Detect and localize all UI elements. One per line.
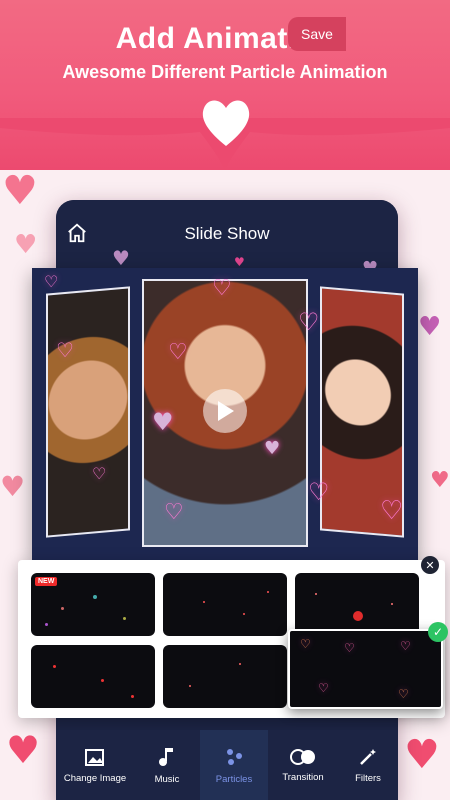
particle-thumb[interactable] <box>163 645 287 708</box>
screen-title: Slide Show <box>184 224 270 243</box>
particle-thumb[interactable] <box>163 573 287 636</box>
play-icon <box>218 401 234 421</box>
save-button[interactable]: Save <box>288 17 346 51</box>
particle-dot <box>391 603 393 605</box>
heart-icon: ♥ <box>152 408 174 436</box>
heart-icon: ♡ <box>92 464 107 483</box>
tool-label: Particles <box>215 773 253 785</box>
heart-icon: ♡ <box>168 340 188 365</box>
heart-icon: ♥ <box>404 732 440 778</box>
particle-thumb[interactable]: NEW <box>31 573 155 636</box>
image-icon <box>85 748 104 766</box>
heart-icon: ♡ <box>308 478 330 506</box>
heart-icon: ♥ <box>234 255 245 269</box>
photo-left <box>46 286 130 538</box>
heart-icon: ♡ <box>380 496 404 526</box>
heart-icon: ♥ <box>112 246 130 270</box>
magic-wand-icon <box>360 748 376 765</box>
heart-icon: ♥ <box>2 168 38 214</box>
heart-icon: ♡ <box>398 687 409 701</box>
particle-dot <box>131 695 134 698</box>
particle-dot <box>243 613 245 615</box>
tool-transition[interactable]: Transition <box>268 730 338 800</box>
tool-music[interactable]: Music <box>134 730 200 800</box>
play-button[interactable] <box>203 389 247 433</box>
heart-icon: ♥ <box>418 312 442 342</box>
heart-icon: ♡ <box>164 500 184 525</box>
particle-dot <box>45 623 48 626</box>
tool-label: Music <box>154 773 180 785</box>
heart-icon: ♡ <box>318 681 329 695</box>
slideshow-preview[interactable]: ♡ ♡ ♡ ♡ ♡ ♥ ♥ ♡ ♡ ♡ ♡ <box>32 268 418 560</box>
heart-icon: ♡ <box>298 308 320 336</box>
tool-label: Change Image <box>63 772 127 784</box>
hero-heart-icon <box>202 100 250 146</box>
particle-thumb[interactable] <box>295 573 419 636</box>
heart-icon: ♡ <box>300 637 311 651</box>
tool-label: Transition <box>282 771 324 783</box>
heart-icon: ♡ <box>344 641 355 655</box>
heart-icon: ♥ <box>6 728 41 772</box>
tool-label: Filters <box>355 772 381 784</box>
bottom-toolbar: Change Image Music Particles Transition … <box>56 730 398 800</box>
hero-subtitle: Awesome Different Particle Animation <box>62 62 388 82</box>
particle-dot <box>93 595 97 599</box>
heart-icon: ♥ <box>14 230 38 260</box>
heart-icon: ♡ <box>212 276 232 301</box>
particle-dot <box>315 593 317 595</box>
particle-dot <box>61 607 64 610</box>
music-note-icon <box>159 747 173 766</box>
particle-dot <box>353 611 363 621</box>
particle-dot <box>267 591 269 593</box>
heart-icon: ♡ <box>400 639 411 653</box>
particle-dot <box>101 679 104 682</box>
particles-icon <box>227 748 242 765</box>
selected-particle-thumb[interactable]: ♡ ♡ ♡ ♡ ♡ <box>288 629 443 709</box>
selected-check-icon: ✓ <box>428 622 448 642</box>
particle-dot <box>203 601 205 603</box>
tool-particles[interactable]: Particles <box>200 730 268 800</box>
heart-icon: ♡ <box>44 272 59 291</box>
particle-dot <box>189 685 191 687</box>
particle-dot <box>53 665 56 668</box>
hero-title: Add Animation <box>115 22 335 55</box>
new-badge: NEW <box>35 577 58 586</box>
tool-change-image[interactable]: Change Image <box>56 730 134 800</box>
particle-dot <box>239 663 241 665</box>
transition-icon <box>290 748 315 765</box>
heart-icon: ♥ <box>264 438 281 459</box>
close-button[interactable]: ✕ <box>421 556 439 574</box>
app-bar: Slide Show <box>56 200 398 264</box>
heart-icon: ♡ <box>56 338 74 362</box>
heart-icon: ♥ <box>430 468 450 493</box>
tool-filters[interactable]: Filters <box>338 730 398 800</box>
heart-icon: ♥ <box>0 470 26 503</box>
particle-thumb[interactable] <box>31 645 155 708</box>
particle-dot <box>123 617 126 620</box>
